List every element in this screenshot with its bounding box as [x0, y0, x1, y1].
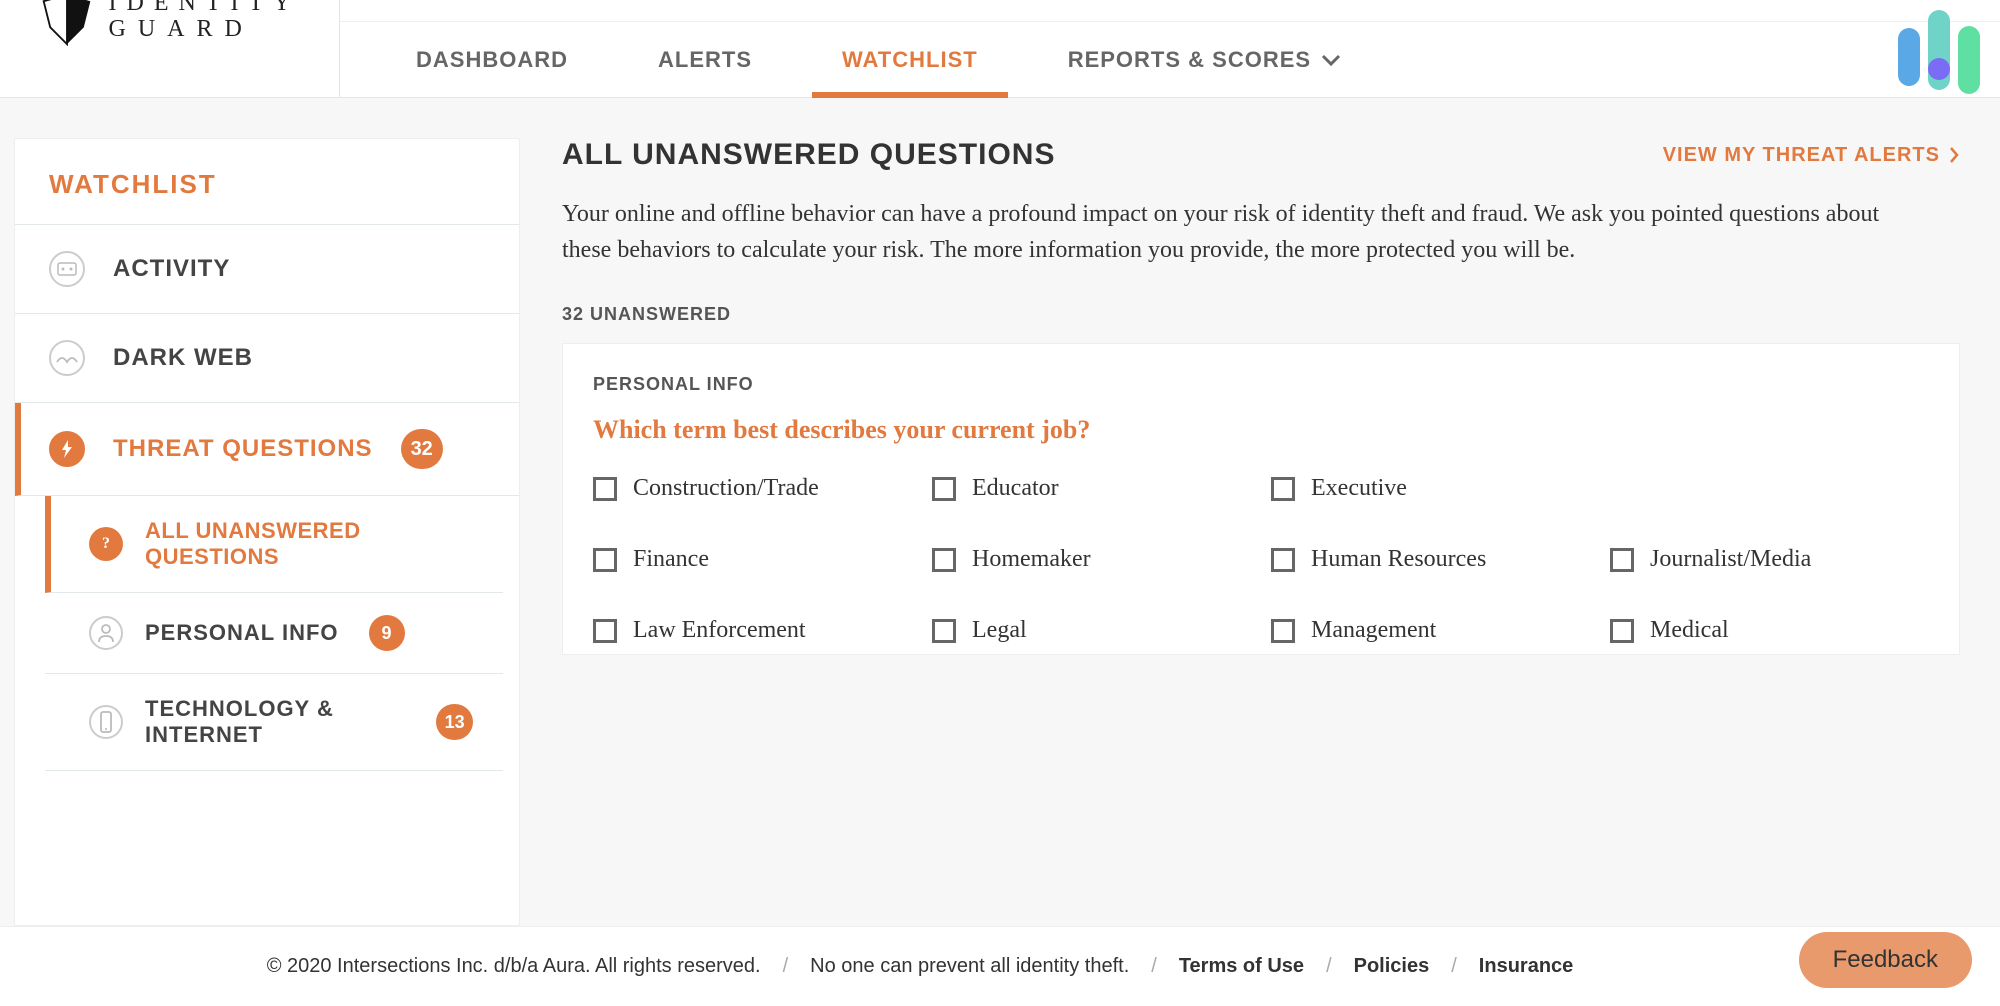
checkbox-icon	[593, 548, 617, 572]
brand-logo[interactable]: IDENTITY GUARD	[39, 0, 301, 46]
option-checkbox[interactable]: Educator	[932, 475, 1251, 502]
sidebar-sub-all-unanswered[interactable]: ? ALL UNANSWERED QUESTIONS	[45, 496, 503, 593]
option-label: Executive	[1311, 475, 1407, 502]
sidebar: WATCHLIST ACTIVITY DARK WEB THREAT QUEST…	[14, 138, 520, 926]
sidebar-sub-personal-info[interactable]: PERSONAL INFO 9	[45, 593, 503, 674]
option-label: Educator	[972, 475, 1059, 502]
question-text: Which term best describes your current j…	[593, 415, 1929, 445]
sidebar-title: WATCHLIST	[15, 139, 519, 225]
question-card: PERSONAL INFO Which term best describes …	[562, 343, 1960, 655]
option-checkbox[interactable]: Finance	[593, 546, 912, 573]
lightning-icon	[49, 431, 85, 467]
option-label: Journalist/Media	[1650, 546, 1811, 573]
threat-count-badge: 32	[401, 429, 443, 469]
page-title: ALL UNANSWERED QUESTIONS	[562, 138, 1055, 172]
sidebar-item-darkweb[interactable]: DARK WEB	[15, 314, 519, 403]
tech-count-badge: 13	[436, 704, 473, 740]
shield-icon	[39, 0, 95, 46]
option-checkbox[interactable]: Law Enforcement	[593, 617, 912, 644]
brand-line1: IDENTITY	[109, 0, 301, 16]
nav-alerts[interactable]: ALERTS	[658, 22, 752, 98]
sidebar-subitems: ? ALL UNANSWERED QUESTIONS PERSONAL INFO…	[15, 496, 519, 771]
footer-terms-link[interactable]: Terms of Use	[1179, 955, 1304, 978]
activity-icon	[49, 251, 85, 287]
option-checkbox[interactable]: Executive	[1271, 475, 1590, 502]
option-checkbox[interactable]: Medical	[1610, 617, 1929, 644]
question-icon: ?	[89, 527, 123, 561]
chevron-right-icon	[1948, 145, 1960, 165]
question-category: PERSONAL INFO	[593, 374, 1929, 395]
view-link-label: VIEW MY THREAT ALERTS	[1663, 144, 1940, 167]
option-checkbox[interactable]: Legal	[932, 617, 1251, 644]
nav-reports[interactable]: REPORTS & SCORES	[1068, 22, 1341, 98]
sidebar-threat-label: THREAT QUESTIONS	[113, 435, 373, 463]
sidebar-item-threat-questions[interactable]: THREAT QUESTIONS 32	[15, 403, 519, 496]
option-label: Law Enforcement	[633, 617, 806, 644]
option-checkbox[interactable]: Homemaker	[932, 546, 1251, 573]
sub-tech-label: TECHNOLOGY & INTERNET	[145, 696, 406, 748]
chevron-down-icon	[1321, 53, 1341, 67]
checkbox-icon	[1271, 477, 1295, 501]
option-label: Legal	[972, 617, 1027, 644]
sidebar-activity-label: ACTIVITY	[113, 255, 230, 283]
sidebar-darkweb-label: DARK WEB	[113, 344, 253, 372]
darkweb-icon	[49, 340, 85, 376]
feedback-button[interactable]: Feedback	[1799, 932, 1972, 988]
option-checkbox[interactable]: Journalist/Media	[1610, 546, 1929, 573]
option-checkbox[interactable]: Management	[1271, 617, 1590, 644]
nav-reports-label: REPORTS & SCORES	[1068, 47, 1311, 73]
checkbox-icon	[932, 548, 956, 572]
person-icon	[89, 616, 123, 650]
main-content: ALL UNANSWERED QUESTIONS VIEW MY THREAT …	[562, 138, 2000, 926]
checkbox-icon	[932, 477, 956, 501]
checkbox-icon	[1610, 548, 1634, 572]
nav-watchlist[interactable]: WATCHLIST	[842, 22, 978, 98]
option-label: Management	[1311, 617, 1436, 644]
checkbox-icon	[1271, 619, 1295, 643]
option-checkbox[interactable]: Human Resources	[1271, 546, 1590, 573]
brand-text: IDENTITY GUARD	[109, 0, 301, 43]
top-nav: DASHBOARD ALERTS WATCHLIST REPORTS & SCO…	[340, 0, 2000, 97]
phone-icon	[89, 705, 123, 739]
view-threat-alerts-link[interactable]: VIEW MY THREAT ALERTS	[1663, 144, 1960, 167]
page-body: WATCHLIST ACTIVITY DARK WEB THREAT QUEST…	[0, 98, 2000, 926]
option-label: Medical	[1650, 617, 1729, 644]
page-description: Your online and offline behavior can hav…	[562, 196, 1904, 268]
sidebar-item-activity[interactable]: ACTIVITY	[15, 225, 519, 314]
brand-line2: GUARD	[109, 16, 301, 42]
checkbox-icon	[1271, 548, 1295, 572]
personal-count-badge: 9	[369, 615, 405, 651]
option-label: Homemaker	[972, 546, 1091, 573]
checkbox-icon	[932, 619, 956, 643]
option-label: Human Resources	[1311, 546, 1486, 573]
footer: © 2020 Intersections Inc. d/b/a Aura. Al…	[0, 926, 2000, 1006]
unanswered-count: 32 UNANSWERED	[562, 304, 1960, 325]
sidebar-sub-technology[interactable]: TECHNOLOGY & INTERNET 13	[45, 674, 503, 771]
footer-policies-link[interactable]: Policies	[1354, 955, 1430, 978]
checkbox-icon	[593, 477, 617, 501]
footer-insurance-link[interactable]: Insurance	[1479, 955, 1573, 978]
sub-personal-label: PERSONAL INFO	[145, 620, 339, 646]
option-checkbox[interactable]: Construction/Trade	[593, 475, 912, 502]
header: IDENTITY GUARD DASHBOARD ALERTS WATCHLIS…	[0, 0, 2000, 98]
checkbox-icon	[593, 619, 617, 643]
footer-disclaimer: No one can prevent all identity theft.	[810, 955, 1129, 978]
sub-all-label: ALL UNANSWERED QUESTIONS	[145, 518, 473, 570]
decoration-bars	[1898, 20, 1980, 100]
footer-copyright: © 2020 Intersections Inc. d/b/a Aura. Al…	[267, 955, 761, 978]
option-label: Finance	[633, 546, 709, 573]
question-options: Construction/Trade Educator Executive Finan…	[593, 475, 1929, 644]
option-label: Construction/Trade	[633, 475, 819, 502]
checkbox-icon	[1610, 619, 1634, 643]
logo-area: IDENTITY GUARD	[0, 0, 340, 97]
nav-dashboard[interactable]: DASHBOARD	[416, 22, 568, 98]
